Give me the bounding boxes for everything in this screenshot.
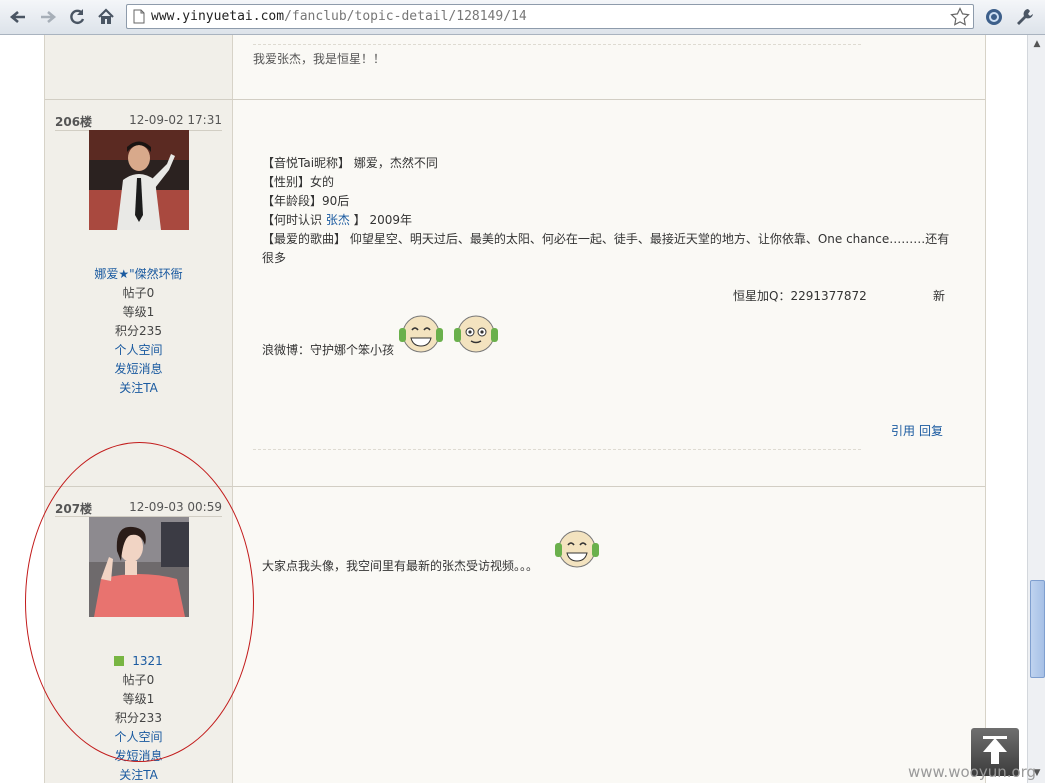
post-line: 【何时认识 张杰 】 2009年 <box>262 211 952 230</box>
post-line-text: 【何时认识 <box>262 213 326 227</box>
divider <box>253 44 861 45</box>
tag-link[interactable]: 张杰 <box>326 213 350 227</box>
post-line: 【性别】女的 <box>262 175 335 189</box>
scroll-up-icon[interactable]: ▲ <box>1029 36 1045 52</box>
post-line: 【音悦Tai昵称】 娜爱，杰然不同 <box>262 156 438 170</box>
follow-link[interactable]: 关注TA <box>45 766 232 783</box>
user-info: 娜爱★"傑然环衙 帖子0 等级1 积分235 个人空间 发短消息 关注TA <box>45 265 232 398</box>
user-points: 积分235 <box>115 324 162 338</box>
post-206-user-column: 206楼 12-09-02 17:31 娜爱★"傑然环衙 帖子0 等级1 积分2… <box>45 100 233 486</box>
post-206-content: 【音悦Tai昵称】 娜爱，杰然不同 【性别】女的 【年龄段】90后 【何时认识 … <box>233 100 985 486</box>
reply-link[interactable]: 回复 <box>919 422 943 439</box>
address-bar[interactable]: www.yinyuetai.com/fanclub/topic-detail/1… <box>126 4 974 29</box>
prev-post-user-column <box>45 35 233 99</box>
user-level: 等级1 <box>122 305 155 319</box>
wrench-icon[interactable] <box>1013 5 1037 29</box>
scrollbar-thumb[interactable] <box>1030 580 1045 678</box>
post-line: 【最爱的歌曲】 仰望星空、明天过后、最美的太阳、何必在一起、徒手、最接近天堂的地… <box>262 232 950 265</box>
post-line: 新 <box>933 289 946 303</box>
avatar[interactable] <box>89 130 189 230</box>
emoticon-icon <box>397 310 447 359</box>
post-body: 大家点我头像，我空间里有最新的张杰受访视频。。。 <box>262 559 539 573</box>
url-text: www.yinyuetai.com/fanclub/topic-detail/1… <box>151 9 527 24</box>
post-body: 【音悦Tai昵称】 娜爱，杰然不同 【性别】女的 【年龄段】90后 【何时认识 … <box>262 154 952 268</box>
post-line: 浪微博：守护娜个笨小孩 <box>262 343 395 357</box>
extension-icon[interactable] <box>982 5 1006 29</box>
follow-link[interactable]: 关注TA <box>45 379 232 398</box>
post-date: 12-09-02 17:31 <box>129 113 222 127</box>
bookmark-star-icon[interactable] <box>950 7 970 30</box>
personal-space-link[interactable]: 个人空间 <box>45 341 232 360</box>
reload-icon[interactable] <box>65 5 89 29</box>
post-line-text: 】 2009年 <box>349 213 413 227</box>
floor-number: 206楼 <box>55 115 93 129</box>
emoticon-icon <box>553 525 603 574</box>
browser-toolbar: www.yinyuetai.com/fanclub/topic-detail/1… <box>0 0 1045 35</box>
prev-post-text: 我爱张杰，我是恒星！！ <box>253 52 386 66</box>
forward-icon[interactable] <box>36 5 60 29</box>
post-207-content: 大家点我头像，我空间里有最新的张杰受访视频。。。 <box>233 487 985 783</box>
username-link[interactable]: 娜爱★"傑然环衙 <box>45 265 232 284</box>
back-icon[interactable] <box>6 5 30 29</box>
highlight-annotation <box>25 442 254 762</box>
url-path: /fanclub/topic-detail/128149/14 <box>284 9 527 24</box>
home-icon[interactable] <box>94 5 118 29</box>
vertical-scrollbar[interactable]: ▲ ▼ <box>1027 35 1045 783</box>
post-count: 帖子0 <box>122 286 155 300</box>
prev-post-content: 我爱张杰，我是恒星！！ <box>233 35 985 99</box>
url-domain: www.yinyuetai.com <box>151 9 285 24</box>
emoticon-icon <box>452 310 502 359</box>
post-line: 【年龄段】90后 <box>262 194 350 208</box>
quote-link[interactable]: 引用 <box>891 422 915 439</box>
divider <box>253 449 861 450</box>
page-icon <box>133 9 145 27</box>
watermark: www.wooyun.org <box>908 763 1037 781</box>
post-line: 恒星加Q：2291377872 <box>733 289 867 303</box>
send-message-link[interactable]: 发短消息 <box>45 360 232 379</box>
